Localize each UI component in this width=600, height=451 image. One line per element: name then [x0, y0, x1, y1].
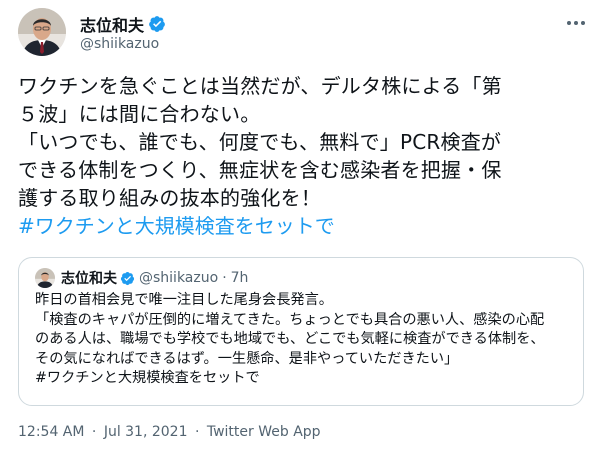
author-name[interactable]: 志位和夫 — [80, 12, 144, 36]
metadata-separator: · — [194, 424, 200, 440]
author-handle[interactable]: @shiikazuo — [80, 36, 159, 52]
hashtag-link[interactable]: #ワクチンと大規模検査をセットで — [18, 212, 335, 240]
quoted-avatar — [35, 268, 55, 288]
verified-badge-icon — [120, 271, 135, 286]
quoted-separator: · — [222, 270, 227, 286]
tweet-time[interactable]: 12:54 AM — [18, 424, 84, 440]
tweet-metadata: 12:54 AM · Jul 31, 2021 · Twitter Web Ap… — [18, 424, 321, 440]
quoted-tweet[interactable]: 志位和夫 @shiikazuo · 7h 昨日の首相会見で唯一注目した尾身会長発… — [18, 257, 584, 406]
quoted-timestamp: 7h — [230, 270, 249, 286]
quoted-author-handle: @shiikazuo — [139, 270, 219, 286]
tweet-card: 志位和夫 @shiikazuo ワクチンを急ぐことは当然だが、デルタ株による「第… — [0, 0, 600, 451]
verified-badge-icon — [148, 15, 166, 33]
quoted-header: 志位和夫 @shiikazuo · 7h — [61, 268, 248, 288]
more-options-icon[interactable] — [565, 12, 587, 34]
tweet-source[interactable]: Twitter Web App — [207, 424, 321, 440]
quoted-author-name: 志位和夫 — [61, 271, 117, 287]
metadata-separator: · — [91, 424, 97, 440]
tweet-date[interactable]: Jul 31, 2021 — [104, 424, 188, 440]
quoted-tweet-text: 昨日の首相会見で唯一注目した尾身会長発言。 「検査のキャパが圧倒的に増えてきた。… — [35, 292, 545, 386]
author-name-row[interactable]: 志位和夫 — [80, 12, 166, 36]
tweet-text: ワクチンを急ぐことは当然だが、デルタ株による「第 ５波」には間に合わない。 「い… — [18, 74, 502, 210]
avatar[interactable] — [18, 8, 66, 56]
